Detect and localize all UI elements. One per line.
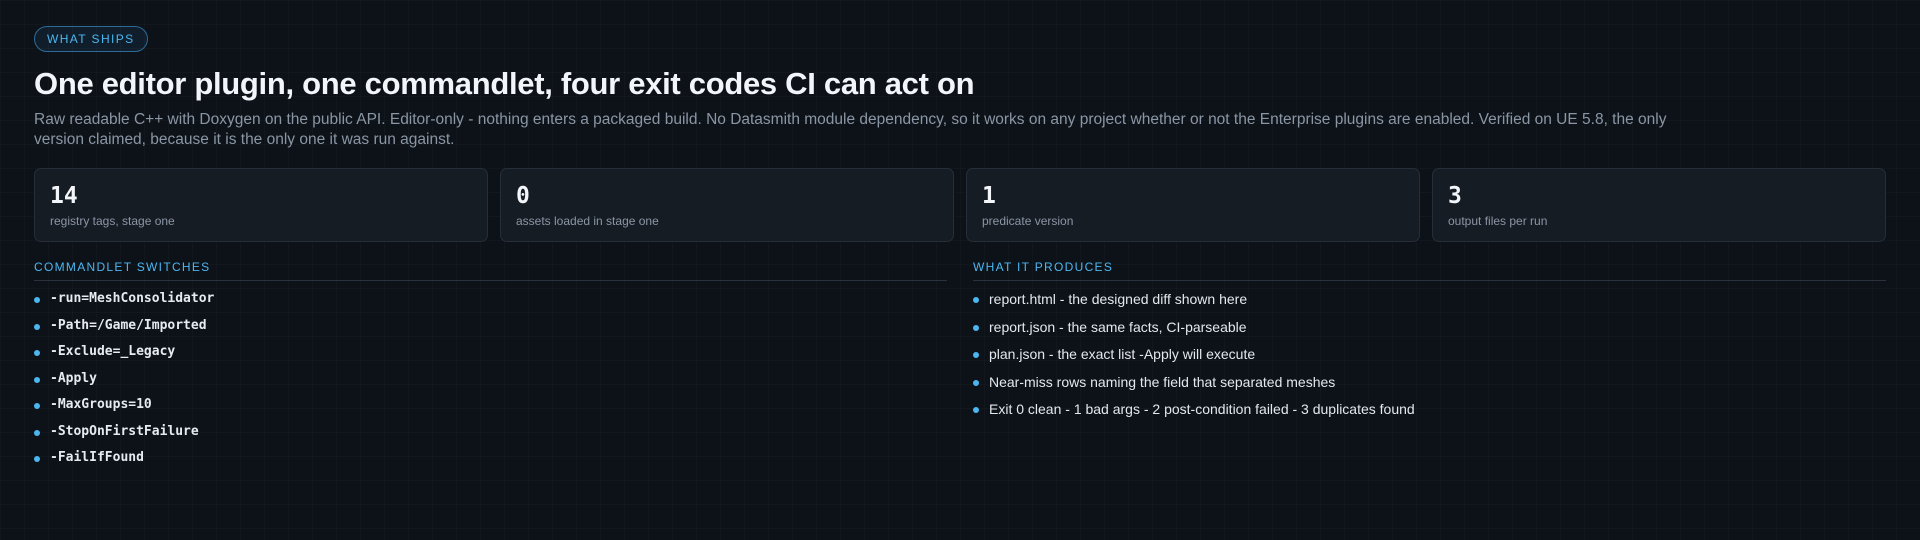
bullet-icon <box>34 350 40 356</box>
stat-card-assets-loaded: 0 assets loaded in stage one <box>500 168 954 242</box>
bullet-icon <box>973 407 979 413</box>
page-title: One editor plugin, one commandlet, four … <box>34 66 975 101</box>
list-item: Near-miss rows naming the field that sep… <box>973 374 1886 390</box>
stat-label: assets loaded in stage one <box>516 214 659 228</box>
list-item: -StopOnFirstFailure <box>34 424 947 440</box>
commandlet-switches-section: COMMANDLET SWITCHES -run=MeshConsolidato… <box>34 260 947 477</box>
stat-card-output-files: 3 output files per run <box>1432 168 1886 242</box>
stat-value: 14 <box>50 183 78 209</box>
output-text: report.json - the same facts, CI-parseab… <box>989 318 1247 335</box>
output-text: Near-miss rows naming the field that sep… <box>989 373 1336 390</box>
bullet-icon <box>34 403 40 409</box>
eyebrow-badge: WHAT SHIPS <box>34 26 148 52</box>
stat-card-registry-tags: 14 registry tags, stage one <box>34 168 488 242</box>
list-item: -FailIfFound <box>34 450 947 466</box>
section-title: COMMANDLET SWITCHES <box>34 260 947 281</box>
switch-text: -FailIfFound <box>50 450 144 465</box>
stat-value: 3 <box>1448 183 1462 209</box>
bullet-icon <box>973 297 979 303</box>
output-text: Exit 0 clean - 1 bad args - 2 post-condi… <box>989 401 1415 417</box>
page-description: Raw readable C++ with Doxygen on the pub… <box>34 111 1667 148</box>
stat-value: 0 <box>516 183 530 209</box>
list-item: -Exclude=_Legacy <box>34 344 947 360</box>
bullet-icon <box>973 379 979 386</box>
bullet-icon <box>34 429 40 436</box>
bullet-icon <box>34 376 40 383</box>
list-item: plan.json - the exact list -Apply will e… <box>973 346 1886 362</box>
stat-label: predicate version <box>982 214 1074 228</box>
switch-text: -StopOnFirstFailure <box>50 423 199 439</box>
bullet-icon <box>34 456 40 462</box>
stat-value: 1 <box>982 183 996 209</box>
output-text: plan.json - the exact list -Apply will e… <box>989 346 1256 362</box>
list-item: -Apply <box>34 371 947 387</box>
switch-text: -run=MeshConsolidator <box>50 291 215 306</box>
page: WHAT SHIPS One editor plugin, one comman… <box>34 26 1886 477</box>
what-it-produces-section: WHAT IT PRODUCES report.html - the desig… <box>973 260 1886 477</box>
switch-list: -run=MeshConsolidator -Path=/Game/Import… <box>34 291 947 466</box>
list-item: report.html - the designed diff shown he… <box>973 291 1886 307</box>
section-title: WHAT IT PRODUCES <box>973 260 1886 281</box>
list-item: -Path=/Game/Imported <box>34 318 947 334</box>
output-list: report.html - the designed diff shown he… <box>973 291 1886 417</box>
list-item: -MaxGroups=10 <box>34 397 947 413</box>
bullet-icon <box>34 323 40 330</box>
stat-card-predicate-version: 1 predicate version <box>966 168 1420 242</box>
bullet-icon <box>973 352 979 358</box>
switch-text: -MaxGroups=10 <box>50 397 152 412</box>
switch-text: -Apply <box>50 370 97 386</box>
bullet-icon <box>973 324 979 331</box>
details-columns: COMMANDLET SWITCHES -run=MeshConsolidato… <box>34 260 1886 477</box>
list-item: report.json - the same facts, CI-parseab… <box>973 319 1886 335</box>
switch-text: -Exclude=_Legacy <box>50 344 176 359</box>
stat-label: registry tags, stage one <box>50 214 175 228</box>
list-item: Exit 0 clean - 1 bad args - 2 post-condi… <box>973 401 1886 417</box>
stat-label: output files per run <box>1448 214 1548 228</box>
output-text: report.html - the designed diff shown he… <box>989 291 1248 307</box>
bullet-icon <box>34 297 40 303</box>
switch-text: -Path=/Game/Imported <box>50 317 207 333</box>
stats-row: 14 registry tags, stage one 0 assets loa… <box>34 168 1886 242</box>
list-item: -run=MeshConsolidator <box>34 291 947 307</box>
